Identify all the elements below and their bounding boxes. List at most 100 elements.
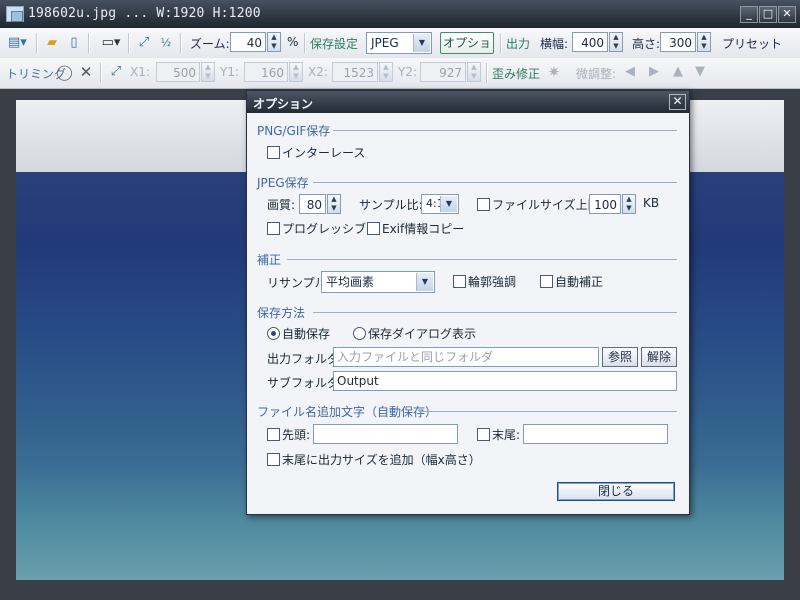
width-input[interactable]: 400: [572, 32, 608, 52]
y2-stepper[interactable]: ▲ ▼: [467, 62, 481, 82]
auto-correct-label: 自動補正: [555, 275, 604, 289]
maximize-button[interactable]: □: [759, 6, 777, 23]
filesize-input[interactable]: 100: [589, 194, 621, 214]
subfolder-label: サブフォルダ:: [267, 376, 344, 390]
close-window-button[interactable]: ✕: [778, 6, 796, 23]
format-select[interactable]: JPEG ▼: [366, 32, 432, 54]
y1-stepper[interactable]: ▲ ▼: [289, 62, 303, 82]
browse-button[interactable]: 参照: [602, 347, 638, 367]
toolbar-separator: [486, 63, 488, 83]
height-label: 高さ:: [632, 37, 661, 51]
dialog-close-button[interactable]: ✕: [669, 94, 686, 110]
jpeg-section-title: JPEG保存: [257, 176, 309, 190]
options-dialog: オプション ✕ PNG/GIF保存 インターレース JPEG保存 画質: 80 …: [246, 90, 690, 515]
prefix-checkbox[interactable]: [267, 428, 280, 441]
quality-input[interactable]: 80: [299, 194, 326, 214]
toolbar-separator: [128, 33, 130, 53]
append-size-label: 末尾に出力サイズを追加（幅x高さ）: [282, 453, 481, 467]
distortion-label[interactable]: 歪み修正: [492, 65, 540, 82]
x1-label: X1:: [130, 65, 150, 79]
zoom-label: ズーム:: [190, 37, 230, 51]
suffix-label: 末尾:: [492, 428, 521, 442]
filesize-stepper[interactable]: ▲ ▼: [622, 194, 636, 214]
x1-stepper[interactable]: ▲ ▼: [201, 62, 215, 82]
document-icon[interactable]: ▯: [66, 35, 82, 51]
window-title-bar: 198602u.jpg ... W:1920 H:1200 _ □ ✕: [0, 0, 800, 28]
fine-adjust-label: 微調整:: [576, 67, 617, 81]
width-label: 横幅:: [540, 37, 569, 51]
fit-window-icon[interactable]: ⤢: [136, 35, 152, 51]
clear-button[interactable]: 解除: [641, 347, 677, 367]
interlace-checkbox[interactable]: [267, 146, 280, 159]
window-title: 198602u.jpg ... W:1920 H:1200: [28, 6, 261, 21]
actual-size-icon[interactable]: ½: [158, 35, 174, 51]
edge-enhance-label: 輪郭強調: [468, 275, 517, 289]
x1-input[interactable]: 500: [156, 62, 200, 82]
x2-label: X2:: [308, 65, 328, 79]
height-stepper[interactable]: ▲ ▼: [697, 32, 711, 52]
auto-correct-checkbox[interactable]: [540, 275, 553, 288]
subfolder-input[interactable]: Output: [333, 371, 677, 391]
gear-icon[interactable]: ✷: [546, 64, 562, 80]
zoom-input[interactable]: 40: [230, 32, 266, 52]
toolbar-separator: [304, 33, 306, 53]
sampling-select[interactable]: 4:1 ▼: [421, 194, 459, 214]
save-dialog-label: 保存ダイアログ表示: [368, 327, 477, 341]
x2-input[interactable]: 1523: [332, 62, 378, 82]
zoom-stepper[interactable]: ▲ ▼: [267, 32, 281, 52]
y2-label: Y2:: [398, 65, 418, 79]
edge-enhance-checkbox[interactable]: [453, 275, 466, 288]
correction-section-title: 補正: [257, 253, 282, 267]
circle-icon[interactable]: ◯: [56, 64, 73, 80]
main-toolbar: ▤▾ ▰ ▯ ▭▾ ⤢ ½ ズーム: 40 ▲ ▼ % 保存設定 JPEG ▼ オ…: [0, 28, 800, 70]
suffix-checkbox[interactable]: [477, 428, 490, 441]
app-icon: [6, 6, 24, 22]
quality-stepper[interactable]: ▲ ▼: [327, 194, 341, 214]
format-value: JPEG: [371, 36, 399, 50]
close-icon[interactable]: ✕: [78, 64, 94, 80]
arrow-down-icon[interactable]: ▼: [692, 64, 708, 80]
output-label: 出力: [506, 37, 531, 51]
zoom-unit: %: [287, 35, 299, 49]
dialog-title-bar: オプション ✕: [247, 91, 689, 113]
exif-copy-checkbox[interactable]: [367, 222, 380, 235]
save-settings-label: 保存設定: [310, 37, 359, 51]
x2-stepper[interactable]: ▲ ▼: [379, 62, 393, 82]
suffix-input[interactable]: [523, 424, 668, 444]
y1-input[interactable]: 160: [244, 62, 288, 82]
expand-icon[interactable]: ⤢: [108, 64, 124, 80]
close-dialog-button[interactable]: 閉じる: [557, 482, 675, 501]
progressive-checkbox[interactable]: [267, 222, 280, 235]
minimize-button[interactable]: _: [740, 6, 758, 23]
filename-section-title: ファイル名追加文字（自動保存）: [257, 405, 438, 419]
frame-menu-icon[interactable]: ▭▾: [98, 35, 124, 51]
progressive-label: プログレッシブ: [282, 222, 367, 236]
options-button[interactable]: オプション: [440, 32, 494, 70]
toolbar-separator: [500, 33, 502, 53]
auto-save-radio[interactable]: [267, 327, 280, 340]
height-input[interactable]: 300: [660, 32, 696, 52]
section-divider: [313, 182, 677, 183]
png-section-title: PNG/GIF保存: [257, 124, 331, 138]
open-folder-icon[interactable]: ▰: [44, 35, 60, 51]
chevron-down-icon: ▼: [440, 196, 457, 212]
section-divider: [419, 411, 677, 412]
width-stepper[interactable]: ▲ ▼: [609, 32, 623, 52]
prefix-input[interactable]: [313, 424, 458, 444]
resample-select[interactable]: 平均画素 ▼: [321, 271, 435, 293]
arrow-right-icon[interactable]: ▶: [646, 64, 662, 80]
filesize-unit: KB: [643, 196, 660, 210]
save-dialog-radio[interactable]: [353, 327, 366, 340]
section-divider: [333, 130, 677, 131]
y2-input[interactable]: 927: [420, 62, 466, 82]
append-size-checkbox[interactable]: [267, 453, 280, 466]
save-method-section-title: 保存方法: [257, 306, 306, 320]
arrow-left-icon[interactable]: ◀: [622, 64, 638, 80]
chevron-down-icon: ▼: [416, 273, 433, 291]
filesize-limit-checkbox[interactable]: [477, 198, 490, 211]
arrow-up-icon[interactable]: ▲: [670, 64, 686, 80]
output-folder-label: 出力フォルダ:: [267, 352, 344, 366]
output-folder-input[interactable]: 入力ファイルと同じフォルダ: [333, 347, 599, 367]
copy-menu-icon[interactable]: ▤▾: [8, 35, 27, 51]
preset-menu[interactable]: プリセット: [722, 35, 782, 52]
